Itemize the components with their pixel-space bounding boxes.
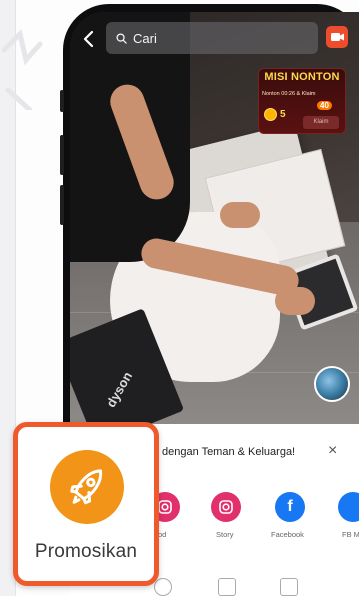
link-icon[interactable] [154, 578, 172, 596]
rocket-icon [70, 469, 103, 505]
phone-volume-down [60, 185, 64, 225]
mission-coin-value: 5 [280, 109, 286, 120]
mission-title: MISI NONTON [264, 71, 340, 83]
mission-subtitle: Nonton 00:26 & Klaim [262, 91, 316, 97]
mission-coin-badge: 40 [317, 101, 332, 110]
phone-volume-up [60, 135, 64, 175]
search-input[interactable]: Cari [106, 22, 318, 54]
watermark-mark [1, 29, 43, 110]
messenger-icon[interactable] [338, 492, 359, 522]
phone-side-button [60, 90, 64, 112]
instagram-story-icon[interactable] [211, 492, 241, 522]
screenshot-stage: dyson Cari MISI NONTON Nonton 00:26 & Kl… [0, 0, 359, 596]
facebook-icon[interactable]: f [275, 492, 305, 522]
share-sheet-title: dengan Teman & Keluarga! [162, 446, 296, 458]
promote-button[interactable]: Promosikan [13, 422, 159, 586]
search-placeholder: Cari [133, 30, 157, 46]
share-label-facebook: Facebook [271, 530, 304, 539]
promo-circle [50, 450, 124, 524]
video-hand [275, 287, 315, 315]
share-label-messenger: FB Me [342, 530, 359, 539]
creator-avatar[interactable] [314, 366, 350, 402]
share-label-instagram: od [158, 530, 167, 539]
pin-icon[interactable] [280, 578, 298, 596]
search-icon [116, 32, 127, 44]
live-record-icon[interactable] [326, 26, 348, 48]
video-player[interactable]: dyson Cari MISI NONTON Nonton 00:26 & Kl… [70, 12, 359, 446]
video-hand [220, 202, 260, 228]
back-arrow-icon[interactable] [80, 30, 98, 48]
close-icon[interactable]: × [328, 442, 337, 460]
coin-icon [264, 108, 277, 121]
share-label-story: Story [216, 530, 234, 539]
download-icon[interactable] [218, 578, 236, 596]
promote-label: Promosikan [34, 541, 138, 562]
mission-claim-button[interactable]: Klaim [303, 116, 339, 129]
watch-mission-widget[interactable]: MISI NONTON Nonton 00:26 & Klaim 5 40 Kl… [258, 68, 346, 134]
